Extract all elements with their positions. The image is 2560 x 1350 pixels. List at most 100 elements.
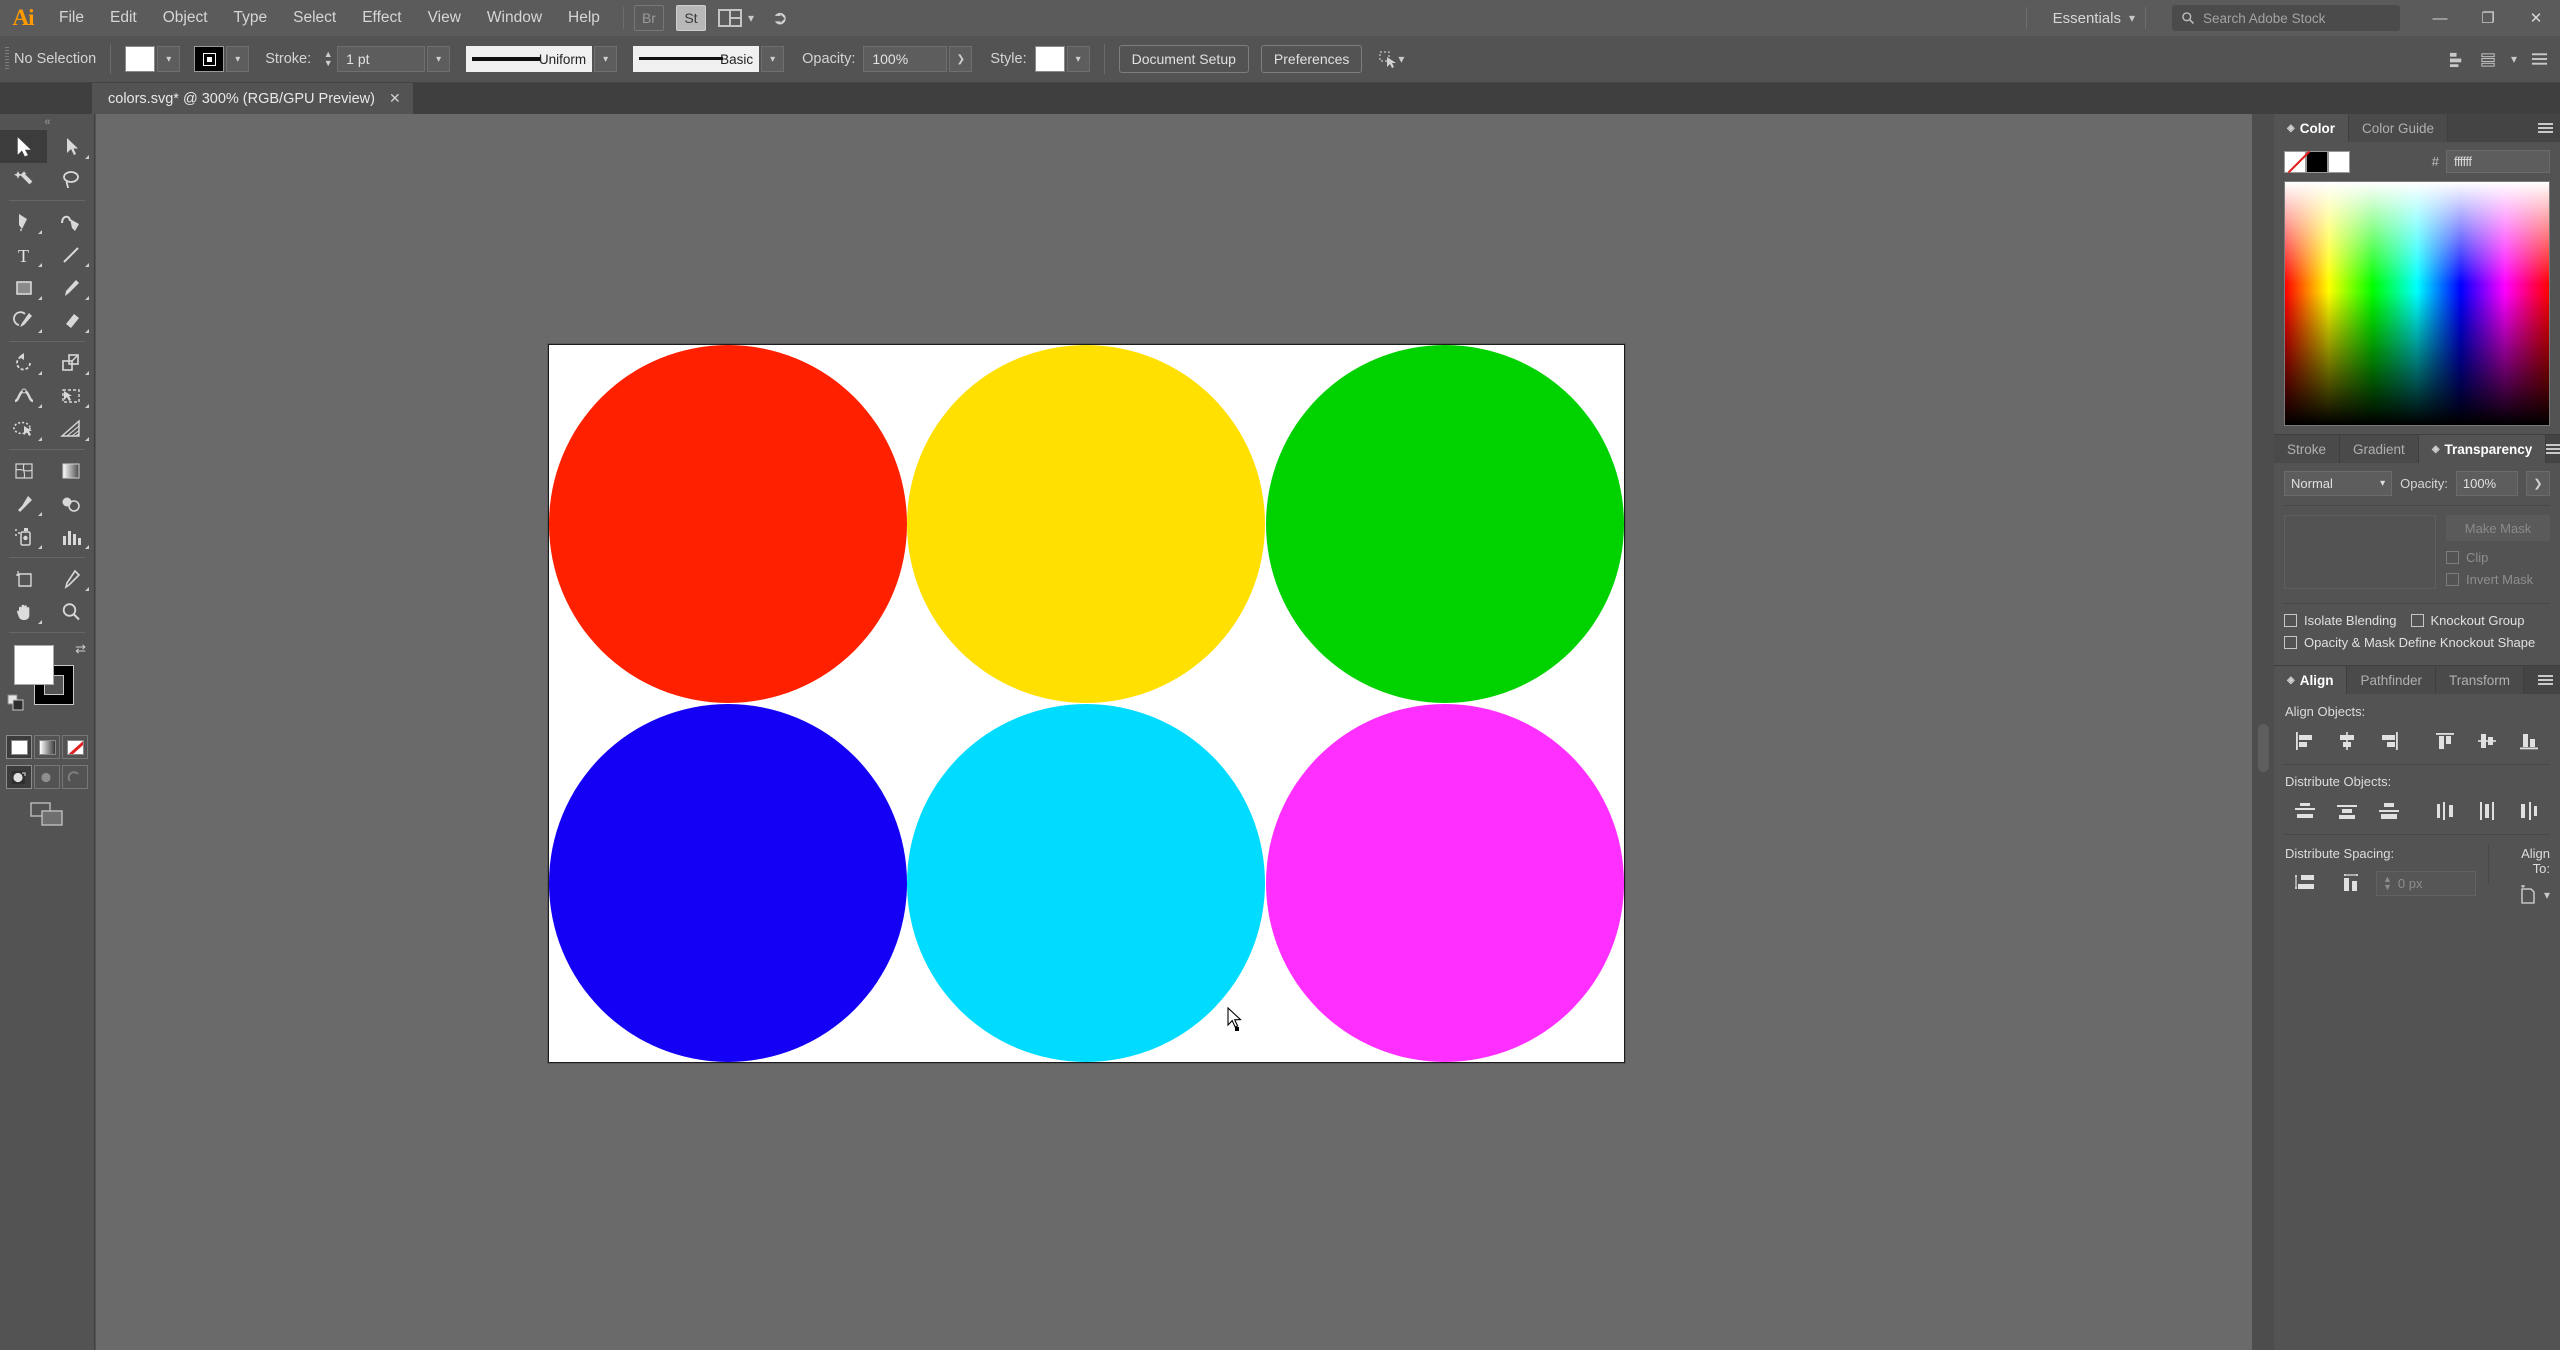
zoom-tool[interactable] — [47, 595, 94, 628]
chevron-down-icon[interactable]: ▾ — [2511, 52, 2517, 66]
width-tool[interactable] — [0, 379, 47, 412]
symbol-sprayer-tool[interactable] — [0, 520, 47, 553]
arrange-documents-button[interactable]: ▾ — [717, 9, 754, 27]
draw-inside-button[interactable] — [62, 765, 88, 789]
distribute-vertical-center-button[interactable] — [2326, 797, 2368, 825]
chevron-down-icon[interactable]: ▾ — [2129, 11, 2135, 25]
brush-definition-dropdown-icon[interactable]: ▾ — [761, 46, 785, 72]
menu-object[interactable]: Object — [150, 0, 221, 36]
artboard[interactable] — [548, 344, 1625, 1063]
width-profile-dropdown-icon[interactable]: ▾ — [594, 46, 618, 72]
menu-type[interactable]: Type — [221, 0, 281, 36]
tools-panel-grip[interactable]: « — [0, 114, 94, 130]
tab-align[interactable]: ◈ Align — [2274, 666, 2348, 694]
control-bar-grip[interactable] — [0, 36, 14, 83]
fill-dropdown-icon[interactable]: ▾ — [157, 46, 181, 72]
circle-green[interactable] — [1265, 345, 1624, 704]
stroke-weight-dropdown-icon[interactable]: ▾ — [427, 46, 451, 72]
none-fill-button[interactable] — [62, 735, 88, 759]
graphic-style-swatch[interactable] — [1034, 46, 1065, 72]
document-tab[interactable]: colors.svg* @ 300% (RGB/GPU Preview) ✕ — [92, 83, 413, 114]
opacity-mask-checkbox[interactable] — [2284, 636, 2297, 649]
tab-stroke[interactable]: Stroke — [2274, 435, 2341, 463]
line-segment-tool[interactable] — [47, 238, 94, 271]
stroke-weight-input[interactable]: 1 pt — [337, 46, 426, 72]
close-button[interactable]: ✕ — [2512, 0, 2560, 36]
distribute-horizontal-center-button[interactable] — [2466, 797, 2508, 825]
menu-edit[interactable]: Edit — [97, 0, 150, 36]
align-vertical-center-button[interactable] — [2466, 727, 2508, 755]
width-profile-select[interactable]: Uniform — [466, 46, 593, 72]
paintbrush-tool[interactable] — [47, 271, 94, 304]
menu-file[interactable]: File — [46, 0, 97, 36]
tab-transform[interactable]: Transform — [2436, 666, 2525, 694]
circle-magenta[interactable] — [1265, 703, 1624, 1062]
clip-checkbox-row[interactable]: Clip — [2446, 550, 2550, 565]
black-swatch[interactable] — [2306, 150, 2328, 173]
blend-mode-select[interactable]: Normal ▾ — [2284, 471, 2393, 496]
default-fill-stroke-icon[interactable] — [7, 694, 25, 717]
knockout-group-row[interactable]: Knockout Group — [2410, 613, 2524, 628]
layers-panel-icon[interactable] — [2480, 51, 2497, 68]
white-swatch[interactable] — [2328, 150, 2350, 173]
style-dropdown-icon[interactable]: ▾ — [1066, 46, 1090, 72]
tab-pathfinder[interactable]: Pathfinder — [2347, 666, 2436, 694]
invert-mask-checkbox-row[interactable]: Invert Mask — [2446, 572, 2550, 587]
align-left-edges-button[interactable] — [2284, 727, 2326, 755]
rotate-tool[interactable] — [0, 346, 47, 379]
mask-thumbnail[interactable] — [2284, 515, 2436, 589]
blend-tool[interactable] — [47, 487, 94, 520]
hand-tool[interactable] — [0, 595, 47, 628]
gradient-fill-button[interactable] — [34, 735, 60, 759]
menu-view[interactable]: View — [415, 0, 474, 36]
pen-tool[interactable] — [0, 205, 47, 238]
menu-select[interactable]: Select — [280, 0, 349, 36]
panel-resize-handle[interactable] — [2258, 724, 2269, 772]
color-fill-button[interactable] — [6, 735, 32, 759]
bridge-icon[interactable]: Br — [633, 5, 664, 31]
fill-color-swatch[interactable] — [125, 46, 156, 72]
transparency-panel-menu-icon[interactable] — [2546, 435, 2560, 463]
free-transform-tool[interactable] — [47, 379, 94, 412]
opacity-mask-knockout-row[interactable]: Opacity & Mask Define Knockout Shape — [2284, 635, 2550, 650]
align-icon[interactable] — [2449, 51, 2466, 68]
panel-menu-icon[interactable] — [2531, 52, 2548, 66]
shape-builder-tool[interactable] — [0, 412, 47, 445]
eyedropper-tool[interactable] — [0, 487, 47, 520]
opacity-flyout-icon[interactable]: ❯ — [2525, 471, 2550, 496]
fill-swatch[interactable] — [14, 645, 54, 685]
eraser-tool[interactable] — [47, 304, 94, 337]
selection-tool[interactable] — [0, 130, 47, 163]
knockout-group-checkbox[interactable] — [2410, 614, 2424, 627]
hex-input[interactable]: ffffff — [2446, 150, 2550, 173]
align-horizontal-center-button[interactable] — [2326, 727, 2368, 755]
stroke-dropdown-icon[interactable]: ▾ — [226, 46, 250, 72]
isolate-blending-checkbox[interactable] — [2284, 614, 2297, 627]
menu-window[interactable]: Window — [474, 0, 555, 36]
invert-mask-checkbox[interactable] — [2446, 573, 2459, 586]
isolate-blending-row[interactable]: Isolate Blending — [2284, 613, 2397, 628]
column-graph-tool[interactable] — [47, 520, 94, 553]
draw-normal-button[interactable] — [6, 765, 32, 789]
lasso-tool[interactable] — [47, 163, 94, 196]
change-screen-mode-button[interactable] — [0, 801, 94, 827]
circle-blue[interactable] — [549, 703, 908, 1062]
swap-fill-stroke-icon[interactable]: ⇄ — [75, 641, 86, 657]
chevron-down-icon[interactable]: ▾ — [1398, 52, 1404, 66]
clip-checkbox[interactable] — [2446, 551, 2459, 564]
tab-color-guide[interactable]: Color Guide — [2348, 114, 2448, 142]
rocket-icon[interactable]: ➲ — [772, 7, 788, 30]
document-canvas[interactable] — [96, 114, 2252, 1350]
curvature-tool[interactable] — [47, 205, 94, 238]
tab-gradient[interactable]: Gradient — [2340, 435, 2419, 463]
distribute-right-edges-button[interactable] — [2508, 797, 2550, 825]
document-tab-close-icon[interactable]: ✕ — [389, 90, 401, 107]
document-setup-button[interactable]: Document Setup — [1118, 45, 1249, 73]
distribute-left-edges-button[interactable] — [2424, 797, 2466, 825]
circle-red[interactable] — [549, 345, 908, 704]
distribute-vertical-space-button[interactable] — [2284, 869, 2328, 897]
shaper-tool[interactable] — [0, 304, 47, 337]
opacity-input[interactable]: 100% — [863, 46, 948, 72]
spacing-input[interactable]: ▲ ▼ 0 px — [2376, 870, 2476, 896]
stock-icon[interactable]: St — [675, 5, 706, 31]
